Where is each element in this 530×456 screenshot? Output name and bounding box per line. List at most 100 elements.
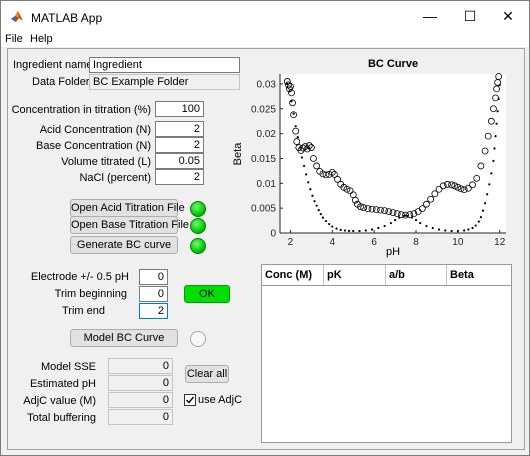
- data-point-dot: [444, 229, 447, 232]
- plot-background: [280, 74, 506, 233]
- nacl-field[interactable]: 2: [155, 169, 204, 185]
- data-point-dot: [292, 112, 295, 115]
- data-point-dot: [364, 229, 367, 232]
- estimated-ph-field: 0: [108, 375, 173, 391]
- data-point-dot: [311, 194, 314, 197]
- bc-curve-chart: BC Curve pH Beta 2 4 6 8 10 12 0 0.005 0.01 0.015…: [233, 58, 506, 258]
- column-header-ab[interactable]: a/b: [386, 265, 447, 285]
- adjc-value-field: 0: [108, 392, 173, 408]
- maximize-icon: ☐: [463, 7, 477, 24]
- acid-concentration-label: Acid Concentration (N): [39, 124, 151, 136]
- close-icon: ✕: [502, 7, 514, 24]
- data-point-dot: [319, 213, 322, 216]
- data-point-dot: [497, 97, 500, 100]
- data-point-dot: [331, 225, 334, 228]
- data-point-dot: [321, 216, 324, 219]
- menu-file[interactable]: File: [5, 33, 23, 45]
- data-point-dot: [404, 214, 407, 217]
- acid-concentration-field[interactable]: 2: [155, 121, 204, 137]
- y-tick-label: 0.005: [251, 204, 276, 215]
- total-buffering-field: 0: [108, 409, 173, 425]
- data-point-dot: [313, 200, 316, 203]
- data-point-dot: [486, 193, 489, 196]
- estimated-ph-label: Estimated pH: [29, 378, 96, 390]
- x-tick-label: 4: [330, 237, 336, 248]
- menu-help[interactable]: Help: [30, 33, 53, 45]
- data-point-dot: [307, 181, 310, 184]
- data-point-dot: [328, 222, 331, 226]
- data-point-dot: [393, 218, 397, 222]
- data-point-dot: [398, 216, 401, 219]
- column-header-conc[interactable]: Conc (M): [262, 265, 324, 285]
- maximize-button[interactable]: ☐: [450, 1, 490, 31]
- generate-bc-curve-button[interactable]: Generate BC curve: [70, 236, 178, 254]
- model-bc-curve-button[interactable]: Model BC Curve: [70, 329, 178, 347]
- x-tick-label: 8: [413, 237, 419, 248]
- data-point-dot: [414, 218, 418, 222]
- data-point-dot: [490, 172, 493, 175]
- app-window: MATLAB App — ☐ ✕ File Help Ingredient na…: [0, 0, 530, 456]
- clear-all-button[interactable]: Clear all: [185, 365, 229, 383]
- ingredient-name-field[interactable]: Ingredient: [89, 57, 240, 73]
- data-point-dot: [290, 100, 293, 103]
- concentration-label: Concentration in titration (%): [11, 104, 151, 116]
- data-point-dot: [317, 209, 320, 212]
- volume-titrated-field[interactable]: 0.05: [155, 153, 204, 169]
- use-adjc-checkbox[interactable]: [184, 394, 196, 406]
- volume-titrated-label: Volume titrated (L): [61, 156, 151, 168]
- close-button[interactable]: ✕: [488, 1, 528, 31]
- nacl-label: NaCl (percent): [79, 172, 151, 184]
- data-point-dot: [286, 82, 289, 86]
- use-adjc-label: use AdjC: [198, 394, 243, 406]
- checkmark-icon: [186, 396, 195, 404]
- data-point-dot: [498, 83, 501, 87]
- data-point-dot: [347, 229, 351, 233]
- data-point-dot: [402, 215, 405, 218]
- data-point-dot: [343, 229, 346, 232]
- data-point-dot: [450, 229, 453, 233]
- table-header: Conc (M) pK a/b Beta: [262, 265, 511, 286]
- data-point-dot: [483, 202, 487, 205]
- data-point-dot: [370, 228, 374, 231]
- y-tick-label: 0.015: [251, 154, 276, 165]
- data-point-dot: [496, 110, 499, 113]
- minimize-button[interactable]: —: [410, 1, 450, 31]
- data-point-dot: [324, 219, 328, 223]
- main-panel: Ingredient name Ingredient Data Folder B…: [7, 48, 525, 450]
- data-point-dot: [389, 221, 393, 225]
- concentration-field[interactable]: 100: [155, 101, 204, 117]
- matlab-logo-icon: [11, 11, 23, 22]
- x-tick-label: 10: [452, 237, 464, 248]
- data-point-dot: [305, 173, 308, 176]
- total-buffering-label: Total buffering: [27, 412, 96, 424]
- ingredient-name-label: Ingredient name: [13, 59, 93, 71]
- adjc-value-label: AdjC value (M): [23, 395, 96, 407]
- column-header-beta[interactable]: Beta: [447, 265, 511, 285]
- data-point-dot: [477, 220, 480, 223]
- trim-beginning-field[interactable]: 0: [139, 286, 168, 302]
- chart-ylabel: Beta: [233, 142, 244, 166]
- column-header-pk[interactable]: pK: [324, 265, 386, 285]
- electrode-label: Electrode +/- 0.5 pH: [30, 271, 129, 283]
- data-point-dot: [358, 229, 361, 233]
- generate-status-lamp: [190, 238, 206, 254]
- y-tick-label: 0: [270, 229, 276, 240]
- base-concentration-field[interactable]: 2: [155, 137, 204, 153]
- data-point-dot: [431, 226, 434, 230]
- open-base-titration-button[interactable]: Open Base Titration File: [70, 216, 189, 234]
- ok-button[interactable]: OK: [184, 285, 230, 303]
- data-folder-field: BC Example Folder: [89, 74, 240, 90]
- trim-end-label: Trim end: [62, 305, 105, 317]
- results-table[interactable]: Conc (M) pK a/b Beta: [261, 264, 512, 443]
- base-status-lamp: [190, 218, 206, 234]
- trim-beginning-label: Trim beginning: [54, 288, 127, 300]
- data-point-dot: [406, 215, 409, 218]
- data-point-dot: [309, 188, 312, 191]
- data-point-dot: [425, 224, 428, 228]
- open-acid-titration-button[interactable]: Open Acid Titration File: [70, 199, 185, 217]
- y-tick-label: 0.025: [251, 104, 276, 115]
- trim-end-field[interactable]: 2: [139, 303, 168, 319]
- model-status-lamp: [190, 331, 206, 347]
- electrode-field[interactable]: 0: [139, 269, 168, 285]
- data-point-dot: [488, 183, 491, 186]
